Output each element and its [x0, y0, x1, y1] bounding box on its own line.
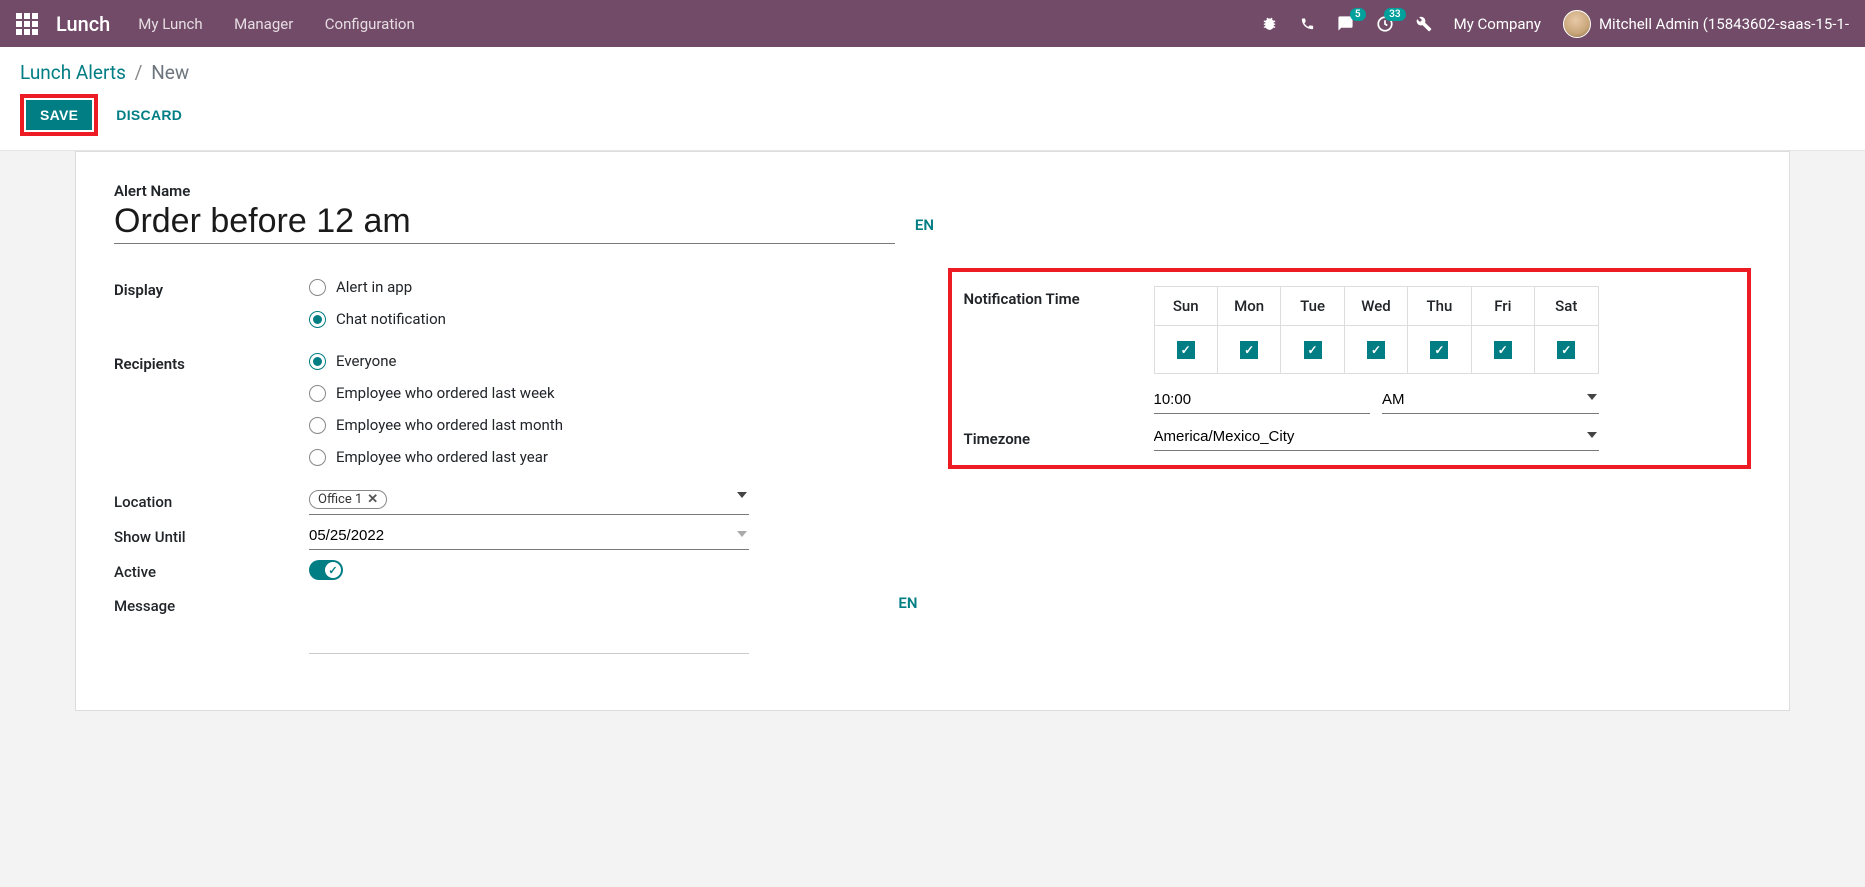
lang-tag-message[interactable]: EN: [898, 594, 917, 612]
active-switch[interactable]: [309, 560, 343, 580]
remove-tag-icon[interactable]: ✕: [367, 492, 378, 507]
radio-icon: [309, 449, 326, 466]
day-check-fri[interactable]: ✓: [1494, 341, 1512, 359]
recipients-opt-last-week[interactable]: Employee who ordered last week: [309, 384, 918, 402]
breadcrumb-current: New: [151, 61, 189, 84]
day-check-tue[interactable]: ✓: [1304, 341, 1322, 359]
timezone-label: Timezone: [964, 426, 1154, 451]
radio-icon: [309, 279, 326, 296]
radio-icon: [309, 385, 326, 402]
timezone-select[interactable]: [1154, 426, 1599, 451]
message-input[interactable]: [309, 628, 749, 654]
apps-icon[interactable]: [16, 13, 38, 35]
avatar: [1563, 10, 1591, 38]
topbar: Lunch My Lunch Manager Configuration 5 3…: [0, 0, 1865, 47]
day-header-thu: Thu: [1408, 287, 1471, 326]
display-label: Display: [114, 278, 309, 299]
message-label: Message: [114, 594, 309, 615]
days-table: Sun Mon Tue Wed Thu Fri Sat ✓: [1154, 286, 1599, 374]
radio-icon: [309, 311, 326, 328]
day-check-mon[interactable]: ✓: [1240, 341, 1258, 359]
company-switcher[interactable]: My Company: [1454, 15, 1541, 33]
location-tag[interactable]: Office 1 ✕: [309, 490, 387, 509]
day-header-sat: Sat: [1535, 287, 1598, 326]
user-menu[interactable]: Mitchell Admin (15843602-saas-15-1-: [1563, 10, 1849, 38]
location-field[interactable]: Office 1 ✕: [309, 490, 749, 515]
main-nav: My Lunch Manager Configuration: [138, 15, 442, 33]
day-check-wed[interactable]: ✓: [1367, 341, 1385, 359]
control-bar: Lunch Alerts / New SAVE DISCARD: [0, 47, 1865, 151]
day-header-wed: Wed: [1344, 287, 1407, 326]
day-header-fri: Fri: [1471, 287, 1534, 326]
tools-icon[interactable]: [1416, 16, 1432, 32]
bug-icon[interactable]: [1261, 15, 1278, 32]
lang-tag-title[interactable]: EN: [915, 216, 934, 234]
alert-name-input[interactable]: [114, 200, 895, 244]
phone-icon[interactable]: [1300, 16, 1315, 31]
ampm-select[interactable]: [1382, 388, 1599, 414]
show-until-input[interactable]: [309, 525, 749, 550]
save-button[interactable]: SAVE: [26, 100, 92, 130]
day-header-mon: Mon: [1217, 287, 1280, 326]
discard-button[interactable]: DISCARD: [116, 107, 182, 123]
username: Mitchell Admin (15843602-saas-15-1-: [1599, 15, 1849, 33]
nav-configuration[interactable]: Configuration: [325, 15, 415, 33]
day-check-thu[interactable]: ✓: [1430, 341, 1448, 359]
breadcrumb-parent[interactable]: Lunch Alerts: [20, 61, 126, 84]
messages-badge: 5: [1350, 8, 1366, 21]
alert-name-label: Alert Name: [114, 182, 1751, 200]
show-until-label: Show Until: [114, 525, 309, 546]
recipients-opt-everyone[interactable]: Everyone: [309, 352, 918, 370]
chevron-down-icon: [1587, 432, 1597, 438]
recipients-label: Recipients: [114, 352, 309, 373]
chevron-down-icon: [1587, 394, 1597, 400]
day-header-tue: Tue: [1281, 287, 1344, 326]
active-label: Active: [114, 560, 309, 581]
nav-manager[interactable]: Manager: [234, 15, 293, 33]
display-opt-alert-in-app[interactable]: Alert in app: [309, 278, 918, 296]
radio-icon: [309, 353, 326, 370]
notification-time-label: Notification Time: [964, 286, 1154, 308]
save-highlight: SAVE: [20, 94, 98, 136]
form-sheet: Alert Name EN Display Alert in app: [75, 151, 1790, 711]
recipients-opt-last-year[interactable]: Employee who ordered last year: [309, 448, 918, 466]
radio-icon: [309, 417, 326, 434]
day-header-sun: Sun: [1154, 287, 1217, 326]
display-opt-chat-notification[interactable]: Chat notification: [309, 310, 918, 328]
day-check-sat[interactable]: ✓: [1557, 341, 1575, 359]
recipients-opt-last-month[interactable]: Employee who ordered last month: [309, 416, 918, 434]
time-input[interactable]: [1154, 388, 1371, 414]
chevron-down-icon: [737, 531, 747, 537]
chevron-down-icon: [737, 492, 747, 498]
nav-my-lunch[interactable]: My Lunch: [138, 15, 202, 33]
app-brand[interactable]: Lunch: [56, 12, 110, 36]
notification-highlight: Notification Time Sun Mon Tue Wed Thu Fr…: [948, 268, 1752, 469]
location-label: Location: [114, 490, 309, 511]
messages-icon[interactable]: 5: [1337, 15, 1354, 32]
activities-badge: 33: [1384, 8, 1405, 21]
activities-icon[interactable]: 33: [1376, 15, 1394, 33]
day-check-sun[interactable]: ✓: [1177, 341, 1195, 359]
breadcrumb: Lunch Alerts / New: [20, 61, 1845, 84]
